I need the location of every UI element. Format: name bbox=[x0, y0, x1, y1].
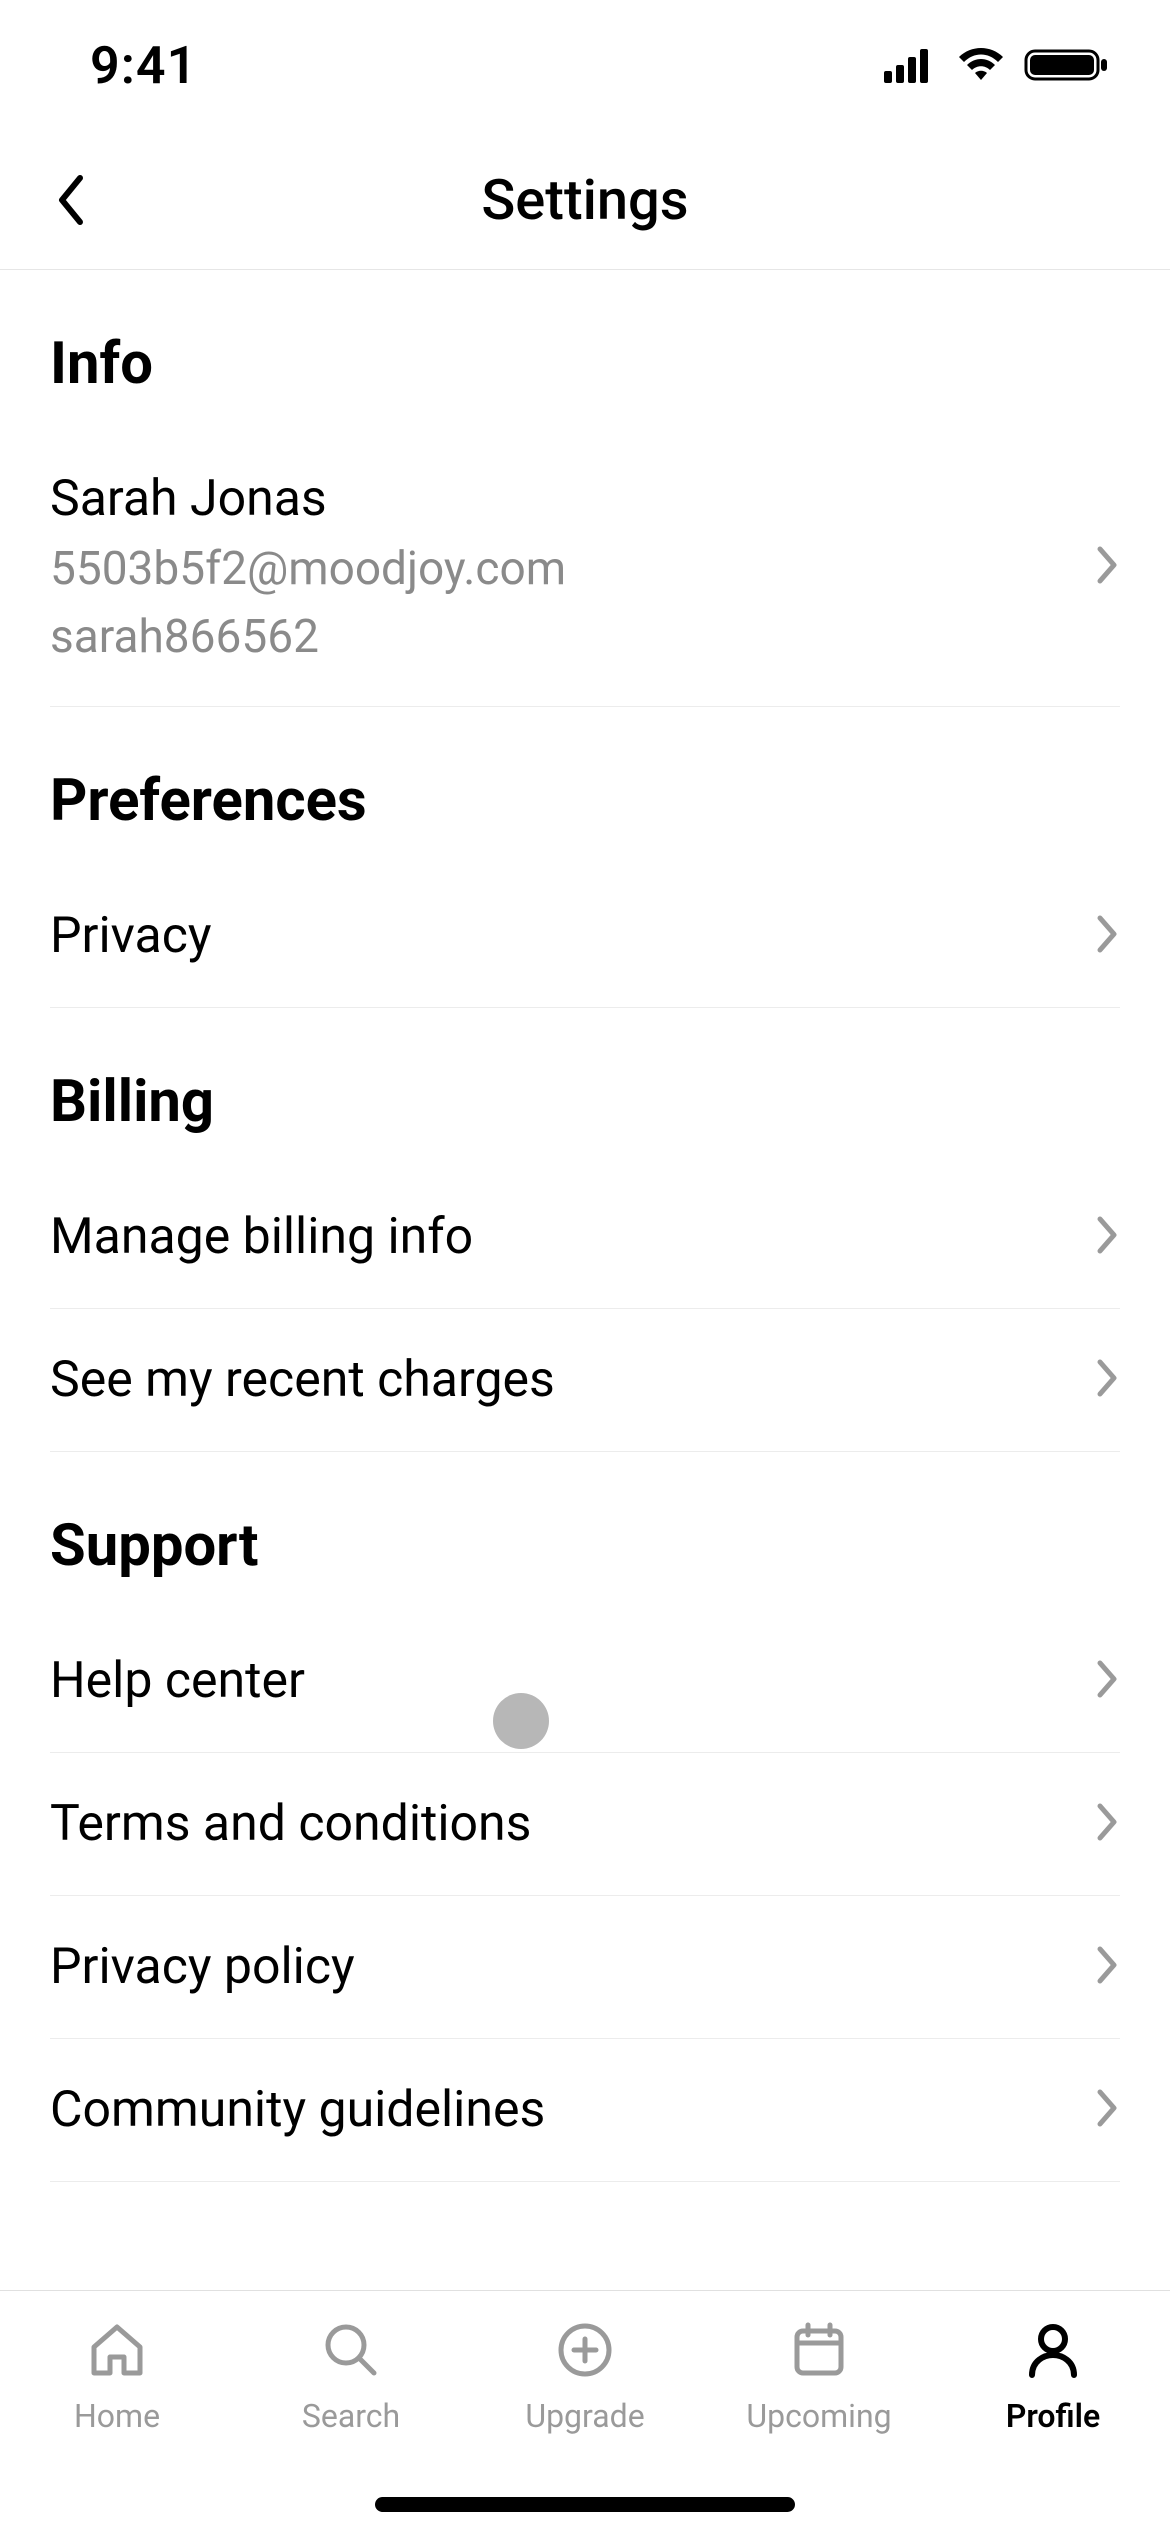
tab-label: Home bbox=[74, 2397, 160, 2435]
row-manage-billing[interactable]: Manage billing info bbox=[50, 1166, 1120, 1309]
row-privacy[interactable]: Privacy bbox=[50, 865, 1120, 1008]
tab-bar: Home Search Upgrade Upcoming Profile bbox=[0, 2290, 1170, 2532]
header: Settings bbox=[0, 130, 1170, 270]
section-title-support: Support bbox=[50, 1452, 1120, 1610]
row-help-center[interactable]: Help center bbox=[50, 1610, 1120, 1753]
tab-home[interactable]: Home bbox=[0, 2315, 234, 2435]
section-title-preferences: Preferences bbox=[50, 707, 1120, 865]
tab-label: Search bbox=[302, 2397, 400, 2435]
tab-upcoming[interactable]: Upcoming bbox=[702, 2315, 936, 2435]
tab-search[interactable]: Search bbox=[234, 2315, 468, 2435]
row-privacy-policy[interactable]: Privacy policy bbox=[50, 1896, 1120, 2039]
row-label: Help center bbox=[50, 1652, 305, 1710]
chevron-right-icon bbox=[1096, 914, 1120, 958]
chevron-left-icon bbox=[54, 172, 86, 228]
user-name: Sarah Jonas bbox=[50, 470, 566, 528]
profile-icon bbox=[1018, 2315, 1088, 2385]
section-title-billing: Billing bbox=[50, 1008, 1120, 1166]
back-button[interactable] bbox=[40, 170, 100, 230]
chevron-right-icon bbox=[1096, 1659, 1120, 1703]
user-username: sarah866562 bbox=[50, 610, 566, 664]
status-time: 9:41 bbox=[90, 35, 197, 96]
tab-label: Upcoming bbox=[746, 2397, 891, 2435]
page-title: Settings bbox=[481, 167, 688, 233]
row-label: Manage billing info bbox=[50, 1208, 473, 1266]
calendar-icon bbox=[784, 2315, 854, 2385]
tab-label: Profile bbox=[1006, 2397, 1100, 2435]
chevron-right-icon bbox=[1096, 545, 1120, 589]
tab-upgrade[interactable]: Upgrade bbox=[468, 2315, 702, 2435]
tab-label: Upgrade bbox=[525, 2397, 644, 2435]
search-icon bbox=[316, 2315, 386, 2385]
row-label: Community guidelines bbox=[50, 2081, 545, 2139]
section-title-info: Info bbox=[50, 270, 1120, 428]
plus-circle-icon bbox=[550, 2315, 620, 2385]
touch-indicator bbox=[493, 1693, 549, 1749]
content: Info Sarah Jonas 5503b5f2@moodjoy.com sa… bbox=[0, 270, 1170, 2182]
row-label: Terms and conditions bbox=[50, 1795, 531, 1853]
row-label: See my recent charges bbox=[50, 1351, 555, 1409]
status-bar: 9:41 bbox=[0, 0, 1170, 130]
chevron-right-icon bbox=[1096, 1215, 1120, 1259]
chevron-right-icon bbox=[1096, 2088, 1120, 2132]
status-icons bbox=[884, 45, 1110, 85]
chevron-right-icon bbox=[1096, 1802, 1120, 1846]
cellular-icon bbox=[884, 47, 938, 83]
chevron-right-icon bbox=[1096, 1358, 1120, 1402]
row-recent-charges[interactable]: See my recent charges bbox=[50, 1309, 1120, 1452]
row-terms-conditions[interactable]: Terms and conditions bbox=[50, 1753, 1120, 1896]
chevron-right-icon bbox=[1096, 1945, 1120, 1989]
home-icon bbox=[82, 2315, 152, 2385]
row-label: Privacy bbox=[50, 907, 212, 965]
tab-profile[interactable]: Profile bbox=[936, 2315, 1170, 2435]
wifi-icon bbox=[956, 47, 1006, 83]
row-label: Privacy policy bbox=[50, 1938, 355, 1996]
row-profile-info[interactable]: Sarah Jonas 5503b5f2@moodjoy.com sarah86… bbox=[50, 428, 1120, 707]
battery-icon bbox=[1024, 45, 1110, 85]
row-community-guidelines[interactable]: Community guidelines bbox=[50, 2039, 1120, 2182]
user-email: 5503b5f2@moodjoy.com bbox=[50, 542, 566, 596]
home-indicator[interactable] bbox=[375, 2497, 795, 2512]
